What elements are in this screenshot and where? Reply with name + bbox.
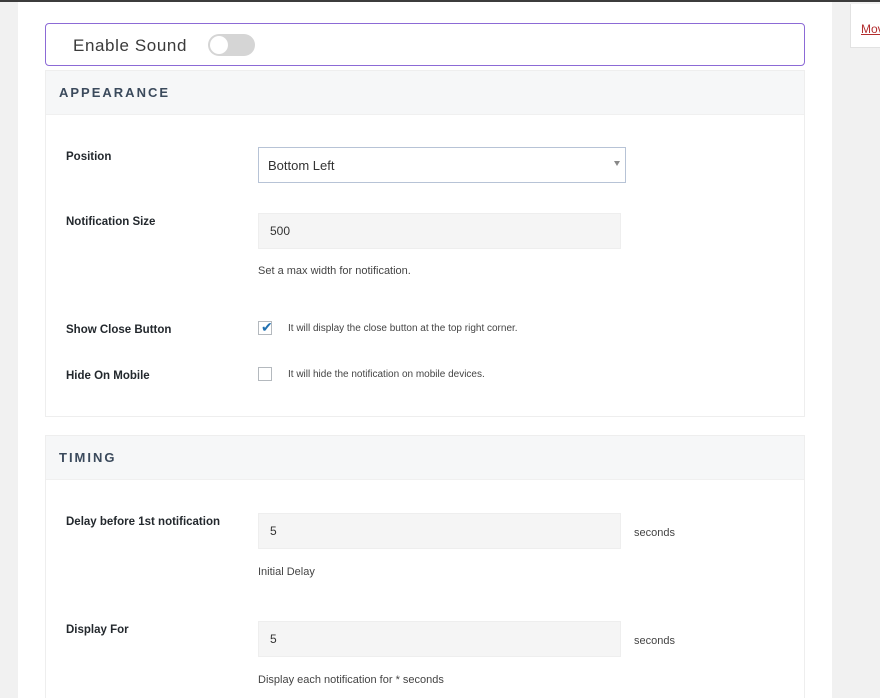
delay-input[interactable]: 5 (258, 513, 621, 549)
checkmark-icon: ✔ (261, 319, 273, 335)
side-box: Mov (850, 4, 880, 48)
enable-sound-toggle[interactable] (208, 34, 255, 56)
chevron-down-icon (614, 161, 620, 166)
timing-section: TIMING Delay before 1st notification 5 s… (45, 435, 805, 698)
delay-label: Delay before 1st notification (66, 516, 221, 528)
display-for-help: Display each notification for * seconds (258, 674, 444, 686)
appearance-section: APPEARANCE Position Bottom Left Notifica… (45, 70, 805, 417)
timing-header: TIMING (46, 436, 804, 480)
delay-value: 5 (270, 524, 277, 538)
hide-on-mobile-label: Hide On Mobile (66, 370, 150, 382)
hide-on-mobile-checkbox[interactable] (258, 367, 272, 381)
page: Mov Enable Sound APPEARANCE Position Bot… (0, 0, 880, 698)
delay-unit: seconds (634, 527, 675, 539)
notification-size-value: 500 (270, 224, 291, 238)
display-for-value: 5 (270, 632, 277, 646)
toggle-knob (210, 36, 228, 54)
right-sidebar: Mov (832, 2, 880, 698)
position-value: Bottom Left (268, 157, 335, 173)
display-for-label: Display For (66, 624, 129, 636)
position-select[interactable]: Bottom Left (258, 147, 626, 183)
delay-help: Initial Delay (258, 566, 315, 578)
notification-size-help: Set a max width for notification. (258, 265, 411, 277)
hide-on-mobile-help: It will hide the notification on mobile … (288, 369, 485, 380)
appearance-title: APPEARANCE (59, 85, 171, 100)
timing-title: TIMING (59, 450, 117, 465)
position-label: Position (66, 151, 112, 163)
show-close-button-help: It will display the close button at the … (288, 323, 518, 334)
enable-sound-row: Enable Sound (45, 23, 805, 66)
display-for-input[interactable]: 5 (258, 621, 621, 657)
notification-size-label: Notification Size (66, 216, 156, 228)
show-close-button-checkbox[interactable]: ✔ (258, 319, 273, 335)
display-for-unit: seconds (634, 635, 675, 647)
side-link[interactable]: Mov (861, 22, 880, 36)
show-close-button-label: Show Close Button (66, 324, 172, 336)
notification-size-input[interactable]: 500 (258, 213, 621, 249)
enable-sound-label: Enable Sound (73, 36, 188, 55)
appearance-header: APPEARANCE (46, 71, 804, 115)
